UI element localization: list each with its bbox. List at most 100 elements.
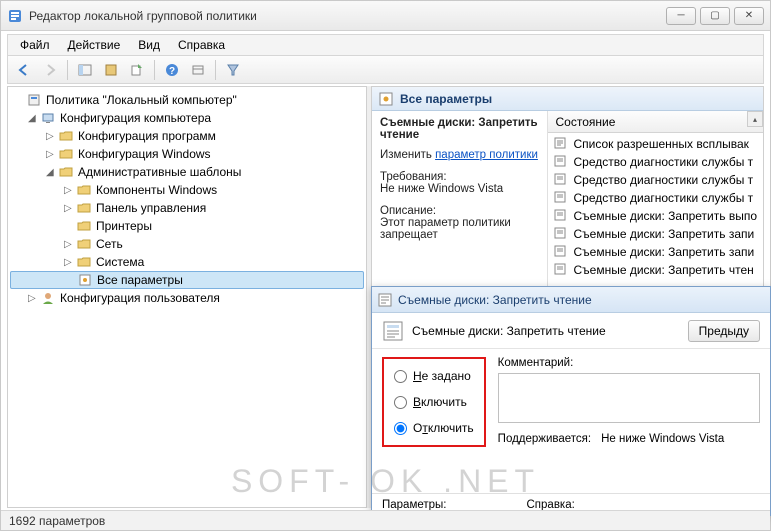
tree-system[interactable]: ▷ Система <box>10 253 364 271</box>
tree-user-config[interactable]: ▷ Конфигурация пользователя <box>10 289 364 307</box>
export-button[interactable] <box>125 59 149 81</box>
policy-item-icon <box>554 137 568 151</box>
list-item-label: Съемные диски: Запретить чтен <box>574 263 754 277</box>
dialog-subheader: Съемные диски: Запретить чтение Предыду <box>372 313 770 349</box>
window-controls: ─ ▢ ✕ <box>666 7 764 25</box>
policy-dialog: Съемные диски: Запретить чтение Съемные … <box>371 286 771 516</box>
tree-windows-config[interactable]: ▷ Конфигурация Windows <box>10 145 364 163</box>
list-item[interactable]: Съемные диски: Запретить запи <box>548 225 764 243</box>
dialog-subtitle: Съемные диски: Запретить чтение <box>412 324 606 338</box>
help-button[interactable]: ? <box>160 59 184 81</box>
menu-file[interactable]: Файл <box>12 36 58 54</box>
radio-input[interactable] <box>394 370 407 383</box>
back-button[interactable] <box>12 59 36 81</box>
list-item-label: Съемные диски: Запретить запи <box>574 227 755 241</box>
menu-action[interactable]: Действие <box>60 36 129 54</box>
dialog-title: Съемные диски: Запретить чтение <box>398 293 592 307</box>
edit-policy-link[interactable]: параметр политики <box>435 149 538 161</box>
tree-label: Административные шаблоны <box>78 165 241 179</box>
list-item[interactable]: Список разрешенных всплывак <box>548 135 764 153</box>
folder-icon <box>76 254 92 270</box>
list-item-label: Средство диагностики службы т <box>574 191 754 205</box>
scroll-up-button[interactable]: ▴ <box>747 111 763 127</box>
tree-label: Конфигурация пользователя <box>60 291 220 305</box>
tree-root[interactable]: Политика "Локальный компьютер" <box>10 91 364 109</box>
radio-input[interactable] <box>394 422 407 435</box>
column-header-state[interactable]: Состояние ▴ <box>548 111 764 133</box>
minimize-button[interactable]: ─ <box>666 7 696 25</box>
folder-icon <box>76 218 92 234</box>
requirements-value: Не ниже Windows Vista <box>380 183 539 195</box>
properties-button[interactable] <box>99 59 123 81</box>
list-item[interactable]: Съемные диски: Запретить запи <box>548 243 764 261</box>
comment-label: Комментарий: <box>498 357 760 369</box>
policy-icon <box>378 293 392 307</box>
radio-label: Не задано <box>413 369 471 383</box>
tree-windows-components[interactable]: ▷ Компоненты Windows <box>10 181 364 199</box>
toolbar: ? <box>7 56 764 84</box>
filter-button[interactable] <box>221 59 245 81</box>
policy-item-icon <box>554 263 568 277</box>
folder-icon <box>76 200 92 216</box>
policy-item-icon <box>554 209 568 223</box>
details-header-text: Все параметры <box>400 92 492 106</box>
tree-label: Компоненты Windows <box>96 183 217 197</box>
tree-computer-config[interactable]: ◢ Конфигурация компьютера <box>10 109 364 127</box>
list-item-label: Средство диагностики службы т <box>574 173 754 187</box>
folder-icon <box>76 182 92 198</box>
policy-item-icon <box>554 173 568 187</box>
tree-printers[interactable]: Принтеры <box>10 217 364 235</box>
folder-icon <box>58 128 74 144</box>
tree-admin-templates[interactable]: ◢ Административные шаблоны <box>10 163 364 181</box>
tree-label: Все параметры <box>97 273 183 287</box>
tree-program-config[interactable]: ▷ Конфигурация программ <box>10 127 364 145</box>
list-item-label: Список разрешенных всплывак <box>574 137 749 151</box>
radio-label: Отключить <box>413 421 474 435</box>
policy-item-icon <box>554 155 568 169</box>
menu-view[interactable]: Вид <box>130 36 168 54</box>
tree-pane[interactable]: Политика "Локальный компьютер" ◢ Конфигу… <box>7 86 367 508</box>
app-icon <box>7 8 23 24</box>
policy-item-icon <box>554 245 568 259</box>
tree-label: Панель управления <box>96 201 206 215</box>
list-item[interactable]: Средство диагностики службы т <box>548 153 764 171</box>
radio-input[interactable] <box>394 396 407 409</box>
menu-help[interactable]: Справка <box>170 36 233 54</box>
tree-label: Конфигурация программ <box>78 129 216 143</box>
maximize-button[interactable]: ▢ <box>700 7 730 25</box>
radio-enabled[interactable]: Включить <box>394 395 474 409</box>
tree-all-settings[interactable]: Все параметры <box>10 271 364 289</box>
list-item[interactable]: Средство диагностики службы т <box>548 171 764 189</box>
show-hide-tree-button[interactable] <box>73 59 97 81</box>
folder-icon <box>58 146 74 162</box>
policy-item-icon <box>554 191 568 205</box>
description-label: Описание: <box>380 205 539 217</box>
radio-not-configured[interactable]: Не задано <box>394 369 474 383</box>
tree-label: Принтеры <box>96 219 152 233</box>
dialog-titlebar: Съемные диски: Запретить чтение <box>372 287 770 313</box>
previous-button[interactable]: Предыду <box>688 320 760 342</box>
list-item[interactable]: Средство диагностики службы т <box>548 189 764 207</box>
column-label: Состояние <box>556 115 616 129</box>
details-header: Все параметры <box>372 87 763 111</box>
tree-control-panel[interactable]: ▷ Панель управления <box>10 199 364 217</box>
tree-label: Сеть <box>96 237 123 251</box>
folder-icon <box>58 164 74 180</box>
status-bar: 1692 параметров <box>1 510 770 530</box>
comment-textarea[interactable] <box>498 373 760 423</box>
list-item[interactable]: Съемные диски: Запретить выпо <box>548 207 764 225</box>
tree-network[interactable]: ▷ Сеть <box>10 235 364 253</box>
status-text: 1692 параметров <box>9 514 105 528</box>
supported-label: Поддерживается: <box>498 433 591 445</box>
radio-disabled[interactable]: Отключить <box>394 421 474 435</box>
options-button[interactable] <box>186 59 210 81</box>
computer-icon <box>40 110 56 126</box>
list-item[interactable]: Съемные диски: Запретить чтен <box>548 261 764 279</box>
policy-large-icon <box>382 320 404 342</box>
description-value: Этот параметр политики запрещает <box>380 217 539 241</box>
requirements-label: Требования: <box>380 171 539 183</box>
policy-item-icon <box>554 227 568 241</box>
forward-button[interactable] <box>38 59 62 81</box>
close-button[interactable]: ✕ <box>734 7 764 25</box>
radio-label: Включить <box>413 395 467 409</box>
